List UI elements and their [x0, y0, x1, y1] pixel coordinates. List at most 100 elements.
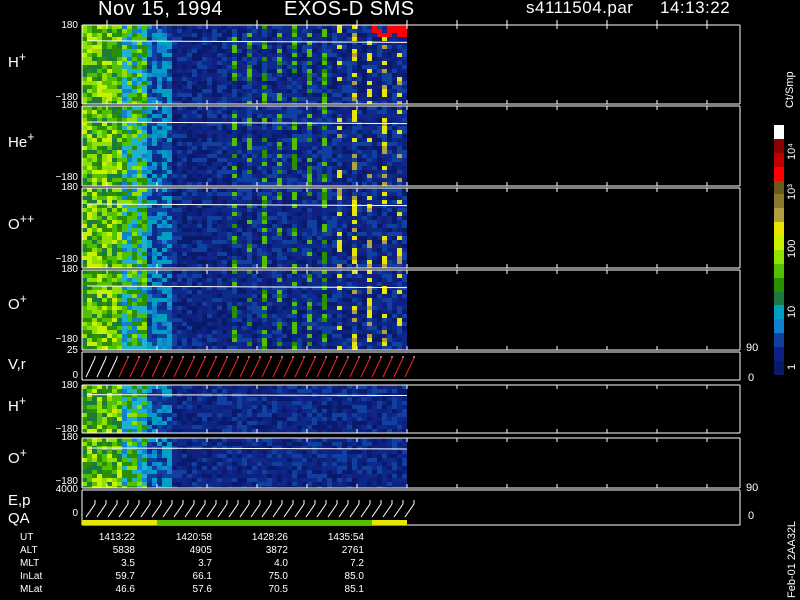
ep-trace-segment [327, 503, 338, 518]
orbit-row-label: InLat [20, 571, 43, 582]
ep-trace-segment [371, 503, 382, 518]
ep-trace-segment [206, 503, 217, 518]
colorbar-unit: Ct/Smp [784, 71, 796, 108]
vr-trace-segment [393, 357, 404, 378]
ep-trace-segment [305, 503, 316, 518]
vr-trace-segment [162, 357, 173, 378]
colorbar-tick: 100 [786, 239, 798, 258]
ep-trace-segment [118, 503, 129, 518]
orbit-value: 46.6 [115, 584, 135, 595]
colorbar-swatch [774, 291, 784, 306]
orbit-value: 85.0 [344, 571, 364, 582]
ep-trace-segment [382, 503, 393, 518]
vr-label: V,r [8, 356, 26, 373]
ep-trace-segment [393, 503, 404, 518]
tick-top: 4000 [55, 484, 78, 495]
ep-trace-segment [140, 503, 151, 518]
colorbar-swatch [774, 360, 784, 375]
orbit-value: 3872 [265, 545, 288, 556]
vr-trace-segment [316, 357, 327, 378]
tick-bottom: −180 [55, 334, 78, 345]
vr-trace-segment [173, 357, 184, 378]
orbit-value: 1428:26 [251, 532, 288, 543]
orbit-value: 5838 [112, 545, 135, 556]
orbit-value: 59.7 [115, 571, 135, 582]
orbit-value: 1435:54 [327, 532, 364, 543]
qa-bar-segment [157, 520, 372, 525]
ep-trace-segment [404, 503, 415, 518]
orbit-row-alt: ALT 5838 4905 3872 2761 [20, 544, 364, 557]
ep-trace-segment [349, 503, 360, 518]
colorbar-tick: 10 [786, 305, 798, 318]
right-tick-bottom: 0 [748, 372, 755, 384]
vr-trace-segment [96, 357, 107, 378]
ep-trace-segment [129, 503, 140, 518]
ep-trace-segment [294, 503, 305, 518]
colorbar-swatch [774, 208, 784, 223]
orbit-row-mlt: MLT 3.5 3.7 4.0 7.2 [20, 557, 364, 570]
colorbar-swatch [774, 180, 784, 195]
panel-label-o-plus-1: O+ [8, 292, 27, 313]
orbit-value: 85.1 [344, 584, 364, 595]
vr-trace-segment [338, 357, 349, 378]
ep-trace-segment [283, 503, 294, 518]
orbit-value: 2761 [341, 545, 364, 556]
ep-label: E,p [8, 492, 31, 509]
panel-label-h-plus-1: H+ [8, 50, 27, 71]
ep-trace-segment [217, 503, 228, 518]
tick-bottom: 0 [72, 508, 78, 519]
ep-trace-segment [272, 503, 283, 518]
tick-top: 180 [61, 432, 78, 443]
colorbar-swatch [774, 236, 784, 250]
ep-trace-segment [239, 503, 250, 518]
orbit-row-label: UT [20, 532, 34, 543]
right-tick-top: 90 [746, 342, 759, 354]
orbit-row-label: MLat [20, 584, 43, 595]
panel-label-o-plus-2: O+ [8, 446, 27, 467]
orbit-value: 1413:22 [98, 532, 135, 543]
colorbar-swatch [774, 277, 784, 292]
ep-trace-segment [228, 503, 239, 518]
vr-trace-segment [206, 357, 217, 378]
orbit-value: 3.7 [198, 558, 212, 569]
colorbar-swatch [774, 333, 784, 347]
ep-trace-segment [184, 503, 195, 518]
orbit-value: 7.2 [350, 558, 364, 569]
qa-bar-segment [82, 520, 157, 525]
vr-trace-segment [294, 357, 305, 378]
vr-trace-segment [272, 357, 283, 378]
ep-trace-segment [250, 503, 261, 518]
ep-trace-segment [85, 503, 96, 518]
colorbar-swatch [774, 319, 784, 334]
colorbar-tick: 1 [786, 363, 798, 370]
ep-trace-segment [107, 503, 118, 518]
tick-top: 180 [61, 380, 78, 391]
vr-trace-segment [360, 357, 371, 378]
qa-bar-segment [372, 520, 407, 525]
orbit-value: 75.0 [268, 571, 288, 582]
vr-trace-segment [349, 357, 360, 378]
vr-trace-segment [261, 357, 272, 378]
vr-trace-segment [140, 357, 151, 378]
right-tick-bottom: 0 [748, 510, 755, 522]
ep-trace-segment [96, 503, 107, 518]
orbit-value: 57.6 [192, 584, 212, 595]
vr-trace-segment [239, 357, 250, 378]
orbit-row-inlat: InLat 59.7 66.1 75.0 85.0 [20, 570, 364, 583]
spectrogram-plot [81, 20, 741, 526]
vr-trace-segment [305, 357, 316, 378]
orbit-value: 1420:58 [175, 532, 212, 543]
vr-trace-segment [371, 357, 382, 378]
vr-trace-segment [107, 357, 118, 378]
vr-trace-segment [404, 357, 415, 378]
tick-top: 180 [61, 20, 78, 31]
colorbar-swatch [774, 138, 784, 153]
orbit-value: 66.1 [192, 571, 212, 582]
vr-trace-segment [151, 357, 162, 378]
tick-top: 180 [61, 264, 78, 275]
ep-trace-segment [360, 503, 371, 518]
colorbar-swatch [774, 222, 784, 236]
colorbar-swatch [774, 152, 784, 167]
colorbar-swatch [774, 249, 784, 264]
colorbar-swatch [774, 347, 784, 361]
